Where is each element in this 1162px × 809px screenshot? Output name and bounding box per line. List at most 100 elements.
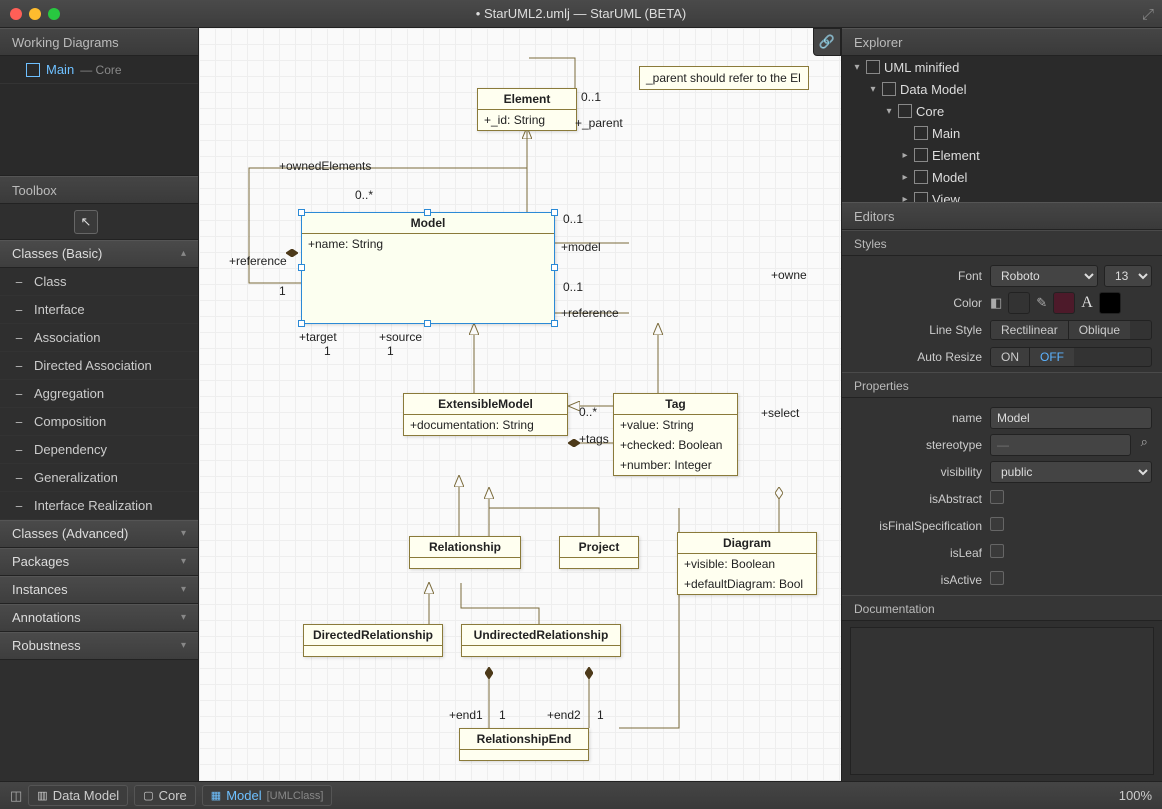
tool-icon: ⎯ [12, 275, 26, 289]
lbl-one: 1 [279, 284, 286, 298]
breadcrumb-item[interactable]: ▢Core [134, 785, 196, 806]
lbl-end1-one: 1 [499, 708, 506, 722]
diagram-icon [26, 63, 40, 77]
tree-item[interactable]: ▾Data Model [842, 78, 1162, 100]
tool-icon: ⎯ [12, 471, 26, 485]
selection-tool-button[interactable]: ↖ [74, 210, 98, 234]
tool-group-header[interactable]: Packages▾ [0, 548, 198, 576]
tree-item[interactable]: ▸Element [842, 144, 1162, 166]
tool-group-header[interactable]: Classes (Basic)▴ [0, 240, 198, 268]
enter-fullscreen-icon[interactable]: ⤢ [1142, 6, 1154, 23]
prop-isactive-checkbox[interactable] [990, 571, 1004, 585]
lbl-mult01c: 0..1 [563, 280, 583, 294]
tree-node-icon [914, 148, 928, 162]
prop-isabstract-checkbox[interactable] [990, 490, 1004, 504]
lbl-model: +model [561, 240, 601, 254]
class-element[interactable]: Element +_id: String [477, 88, 577, 131]
class-model-selected[interactable]: Model +name: String [301, 212, 555, 324]
tool-item[interactable]: ⎯Association [0, 324, 198, 352]
color-palette-icon[interactable]: ◧ [990, 295, 1002, 311]
text-color-icon: A [1081, 294, 1093, 312]
font-size-select[interactable]: 13 [1104, 265, 1152, 287]
zoom-level[interactable]: 100% [1119, 788, 1152, 803]
search-icon[interactable]: ⌕ [1137, 434, 1152, 456]
lbl-target: +target [299, 330, 337, 344]
diagram-canvas[interactable]: 🔗 [198, 28, 842, 781]
font-family-select[interactable]: Roboto [990, 265, 1098, 287]
text-color-swatch[interactable] [1099, 292, 1121, 314]
tool-item[interactable]: ⎯Dependency [0, 436, 198, 464]
prop-isfinal-checkbox[interactable] [990, 517, 1004, 531]
lbl-mult01: 0..1 [581, 90, 601, 104]
working-diagram-item[interactable]: Main — Core [0, 56, 198, 84]
tool-item[interactable]: ⎯Composition [0, 408, 198, 436]
lbl-tags-mult: 0..* [579, 405, 597, 419]
documentation-textarea[interactable] [850, 627, 1154, 775]
class-relationship[interactable]: Relationship [409, 536, 521, 569]
tool-group-header[interactable]: Robustness▾ [0, 632, 198, 660]
tree-node-icon [882, 82, 896, 96]
tree-item[interactable]: ▾Core [842, 100, 1162, 122]
tool-icon: ⎯ [12, 387, 26, 401]
lbl-source-one: 1 [387, 344, 394, 358]
tool-item[interactable]: ⎯Interface Realization [0, 492, 198, 520]
class-undirected-relationship[interactable]: UndirectedRelationship [461, 624, 621, 657]
lbl-target-one: 1 [324, 344, 331, 358]
editors-header: Editors [842, 202, 1162, 230]
lbl-source: +source [379, 330, 422, 344]
class-project[interactable]: Project [559, 536, 639, 569]
line-style-toggle[interactable]: RectilinearOblique [990, 320, 1152, 340]
tool-icon: ⎯ [12, 415, 26, 429]
project-icon[interactable]: ◫ [10, 788, 22, 804]
auto-resize-toggle[interactable]: ONOFF [990, 347, 1152, 367]
tree-item[interactable]: ▸Model [842, 166, 1162, 188]
working-diagrams-list: Main — Core [0, 56, 198, 176]
tree-node-icon [898, 104, 912, 118]
tree-item[interactable]: ▾UML minified [842, 56, 1162, 78]
class-directed-relationship[interactable]: DirectedRelationship [303, 624, 443, 657]
documentation-header: Documentation [842, 595, 1162, 621]
prop-name-input[interactable] [990, 407, 1152, 429]
breadcrumb-item-active[interactable]: ▦Model[UMLClass] [202, 785, 333, 806]
zoom-window-icon[interactable] [48, 8, 60, 20]
tool-item[interactable]: ⎯Class [0, 268, 198, 296]
tool-item[interactable]: ⎯Aggregation [0, 380, 198, 408]
breadcrumb-item[interactable]: ▥Data Model [28, 785, 128, 806]
minimize-window-icon[interactable] [29, 8, 41, 20]
lbl-owne: +owne [771, 268, 807, 282]
pencil-icon[interactable]: ✎ [1036, 295, 1047, 311]
working-diagram-name: Main [46, 62, 74, 77]
class-tag[interactable]: Tag +value: String +checked: Boolean +nu… [613, 393, 738, 476]
tool-item[interactable]: ⎯Interface [0, 296, 198, 324]
tree-node-icon [866, 60, 880, 74]
lbl-parent: +_parent [575, 116, 623, 130]
explorer-tree: ▾UML minified▾Data Model▾CoreMain▸Elemen… [842, 56, 1162, 202]
prop-stereotype-input[interactable] [990, 434, 1131, 456]
class-relationship-end[interactable]: RelationshipEnd [459, 728, 589, 761]
working-diagrams-header: Working Diagrams [0, 28, 198, 56]
lbl-mult01b: 0..1 [563, 212, 583, 226]
line-color-swatch[interactable] [1053, 292, 1075, 314]
tree-item[interactable]: ▸View [842, 188, 1162, 202]
lbl-select: +select [761, 406, 799, 420]
class-diagram[interactable]: Diagram +visible: Boolean +defaultDiagra… [677, 532, 817, 595]
tool-item[interactable]: ⎯Directed Association [0, 352, 198, 380]
tool-icon: ⎯ [12, 359, 26, 373]
tool-group-header[interactable]: Classes (Advanced)▾ [0, 520, 198, 548]
prop-isleaf-checkbox[interactable] [990, 544, 1004, 558]
class-extensible-model[interactable]: ExtensibleModel +documentation: String [403, 393, 568, 436]
tool-group-header[interactable]: Instances▾ [0, 576, 198, 604]
lbl-mult: 0..* [355, 188, 373, 202]
close-window-icon[interactable] [10, 8, 22, 20]
prop-visibility-select[interactable]: public [990, 461, 1152, 483]
fill-color-swatch[interactable] [1008, 292, 1030, 314]
panel-link-icon[interactable]: 🔗 [813, 28, 841, 56]
status-bar: ◫ ▥Data Model ▢Core ▦Model[UMLClass] 100… [0, 781, 1162, 809]
note-comment[interactable]: _parent should refer to the El [639, 66, 809, 90]
toolbox-header: Toolbox [0, 176, 198, 204]
tool-group-header[interactable]: Annotations▾ [0, 604, 198, 632]
lbl-reference: +reference [561, 306, 619, 320]
tree-item[interactable]: Main [842, 122, 1162, 144]
lbl-reference-top: +reference [229, 254, 287, 268]
tool-item[interactable]: ⎯Generalization [0, 464, 198, 492]
